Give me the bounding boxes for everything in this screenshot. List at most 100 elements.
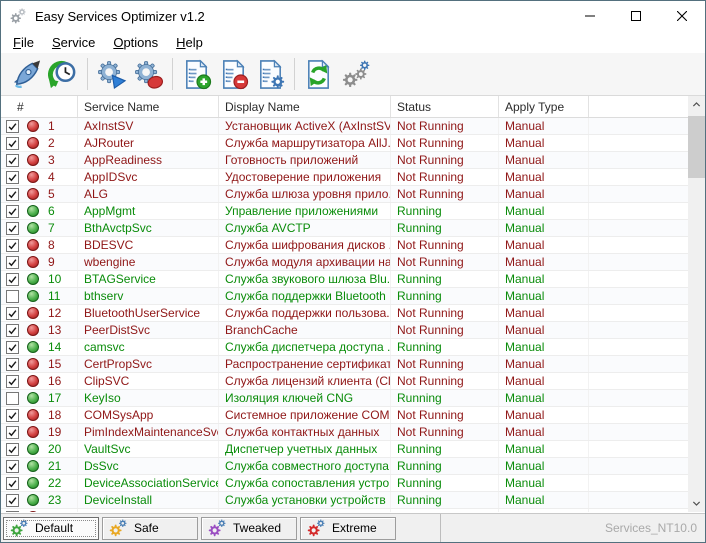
service-checkbox[interactable] xyxy=(6,119,19,133)
display-name-cell: Диспетчер учетных данных xyxy=(219,441,391,457)
service-checkbox[interactable] xyxy=(6,442,19,456)
table-row[interactable]: 11 bthserv Служба поддержки Bluetooth Ru… xyxy=(1,288,688,305)
minimize-button[interactable] xyxy=(567,1,613,31)
scroll-down-button[interactable] xyxy=(688,495,705,512)
menu-file[interactable]: File xyxy=(4,33,43,52)
service-checkbox[interactable] xyxy=(6,476,19,490)
empty-cell xyxy=(589,390,688,406)
service-checkbox[interactable] xyxy=(6,459,19,473)
apply-type-cell: Manual xyxy=(499,186,589,202)
stop-service-button[interactable] xyxy=(130,56,167,93)
table-row[interactable]: 10 BTAGService Служба звукового шлюза Bl… xyxy=(1,271,688,288)
checkmark-icon xyxy=(8,445,17,453)
table-row[interactable]: 12 BluetoothUserService Служба поддержки… xyxy=(1,305,688,322)
service-checkbox[interactable] xyxy=(6,374,19,388)
preset-tabstrip: Default Safe Tweaked Extreme xyxy=(1,514,441,542)
table-row[interactable]: 9 wbengine Служба модуля архивации на...… xyxy=(1,254,688,271)
service-checkbox[interactable] xyxy=(6,493,19,507)
service-checkbox[interactable] xyxy=(6,255,19,269)
table-row[interactable]: 5 ALG Служба шлюза уровня прило... Not R… xyxy=(1,186,688,203)
row-number: 10 xyxy=(48,272,62,286)
empty-cell xyxy=(589,203,688,219)
tab-extreme[interactable]: Extreme xyxy=(300,516,396,540)
service-checkbox[interactable] xyxy=(6,340,19,354)
service-checkbox[interactable] xyxy=(6,510,19,512)
restore-defaults-button[interactable] xyxy=(45,56,82,93)
service-checkbox[interactable] xyxy=(6,136,19,150)
empty-cell xyxy=(589,169,688,185)
settings-button[interactable] xyxy=(337,56,374,93)
add-service-button[interactable] xyxy=(178,56,215,93)
service-checkbox[interactable] xyxy=(6,187,19,201)
configure-service-button[interactable] xyxy=(252,56,289,93)
remove-service-button[interactable] xyxy=(215,56,252,93)
maximize-icon xyxy=(631,11,641,21)
column-header-num[interactable]: # xyxy=(1,96,78,117)
column-header-display-name[interactable]: Display Name xyxy=(219,96,391,117)
service-checkbox[interactable] xyxy=(6,391,19,405)
column-header-status[interactable]: Status xyxy=(391,96,499,117)
service-checkbox[interactable] xyxy=(6,306,19,320)
empty-cell xyxy=(589,152,688,168)
service-checkbox[interactable] xyxy=(6,204,19,218)
service-name-cell: ClipSVC xyxy=(78,373,219,389)
menu-service[interactable]: Service xyxy=(43,33,104,52)
stop-service-gear-icon xyxy=(134,60,164,89)
apply-services-button[interactable] xyxy=(8,56,45,93)
tab-safe[interactable]: Safe xyxy=(102,516,198,540)
table-row[interactable]: 16 ClipSVC Служба лицензий клиента (Cl..… xyxy=(1,373,688,390)
service-checkbox[interactable] xyxy=(6,425,19,439)
table-row[interactable] xyxy=(1,509,688,512)
service-checkbox[interactable] xyxy=(6,323,19,337)
table-row[interactable]: 2 AJRouter Служба маршрутизатора AllJ...… xyxy=(1,135,688,152)
table-row[interactable]: 22 DeviceAssociationService Служба сопос… xyxy=(1,475,688,492)
table-row[interactable]: 8 BDESVC Служба шифрования дисков ... No… xyxy=(1,237,688,254)
table-row[interactable]: 6 AppMgmt Управление приложениями Runnin… xyxy=(1,203,688,220)
table-row[interactable]: 21 DsSvc Служба совместного доступа... R… xyxy=(1,458,688,475)
service-checkbox[interactable] xyxy=(6,170,19,184)
menu-options[interactable]: Options xyxy=(104,33,167,52)
service-checkbox[interactable] xyxy=(6,289,19,303)
tab-default[interactable]: Default xyxy=(3,516,99,540)
table-row[interactable]: 15 CertPropSvc Распространение сертифика… xyxy=(1,356,688,373)
table-row[interactable]: 3 AppReadiness Готовность приложений Not… xyxy=(1,152,688,169)
service-checkbox[interactable] xyxy=(6,221,19,235)
service-checkbox[interactable] xyxy=(6,408,19,422)
chevron-up-icon xyxy=(692,102,701,107)
service-checkbox[interactable] xyxy=(6,238,19,252)
tab-label: Extreme xyxy=(332,521,377,535)
refresh-list-button[interactable] xyxy=(300,56,337,93)
scroll-up-button[interactable] xyxy=(688,96,705,113)
tab-tweaked[interactable]: Tweaked xyxy=(201,516,297,540)
close-button[interactable] xyxy=(659,1,705,31)
scrollbar-thumb[interactable] xyxy=(688,116,705,178)
maximize-button[interactable] xyxy=(613,1,659,31)
service-checkbox[interactable] xyxy=(6,153,19,167)
table-row[interactable]: 7 BthAvctpSvc Служба AVCTP Running Manua… xyxy=(1,220,688,237)
table-row[interactable]: 14 camsvc Служба диспетчера доступа ... … xyxy=(1,339,688,356)
table-row[interactable]: 1 AxInstSV Установщик ActiveX (AxInstSV)… xyxy=(1,118,688,135)
service-checkbox[interactable] xyxy=(6,357,19,371)
table-row[interactable]: 13 PeerDistSvc BranchCache Not Running M… xyxy=(1,322,688,339)
status-cell: Not Running xyxy=(391,152,499,168)
service-name-cell: AppMgmt xyxy=(78,203,219,219)
display-name-cell: Служба звукового шлюза Blu... xyxy=(219,271,391,287)
checkmark-icon xyxy=(8,343,17,351)
service-name-cell: KeyIso xyxy=(78,390,219,406)
table-row[interactable]: 19 PimIndexMaintenanceSvc Служба контакт… xyxy=(1,424,688,441)
table-row[interactable]: 18 COMSysApp Системное приложение COM+ N… xyxy=(1,407,688,424)
empty-cell xyxy=(589,373,688,389)
table-row[interactable]: 23 DeviceInstall Служба установки устрой… xyxy=(1,492,688,509)
column-header-apply-type[interactable]: Apply Type xyxy=(499,96,589,117)
service-name-cell: BthAvctpSvc xyxy=(78,220,219,236)
service-checkbox[interactable] xyxy=(6,272,19,286)
menu-help[interactable]: Help xyxy=(167,33,212,52)
app-gears-icon xyxy=(10,8,26,24)
table-row[interactable]: 20 VaultSvc Диспетчер учетных данных Run… xyxy=(1,441,688,458)
column-header-service-name[interactable]: Service Name xyxy=(78,96,219,117)
table-row[interactable]: 17 KeyIso Изоляция ключей CNG Running Ma… xyxy=(1,390,688,407)
vertical-scrollbar[interactable] xyxy=(688,96,705,512)
start-service-button[interactable] xyxy=(93,56,130,93)
table-row[interactable]: 4 AppIDSvc Удостоверение приложения Not … xyxy=(1,169,688,186)
display-name-cell: Служба шифрования дисков ... xyxy=(219,237,391,253)
